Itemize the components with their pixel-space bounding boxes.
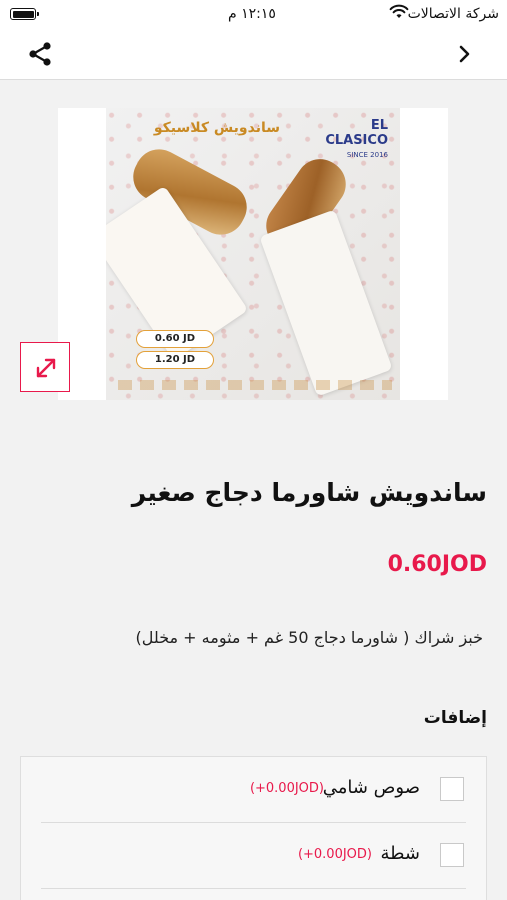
addon-item-shami-sauce[interactable]: صوص شامي (+0.00JOD) bbox=[41, 757, 466, 823]
addon-price: (+0.00JOD) bbox=[249, 781, 324, 796]
chevron-right-icon[interactable] bbox=[457, 42, 473, 66]
battery-icon bbox=[10, 8, 39, 20]
image-price-small: 0.60 JD bbox=[136, 330, 214, 348]
product-photo: ساندويش كلاسيكو EL CLASICO SINCE 2016 0.… bbox=[106, 108, 400, 400]
brand-logo: EL CLASICO SINCE 2016 bbox=[325, 118, 388, 159]
addon-label: صوص شامي bbox=[322, 777, 420, 798]
addon-price: (+0.00JOD) bbox=[297, 847, 372, 862]
product-title: ساندويش شاورما دجاج صغير bbox=[131, 478, 487, 507]
product-price: 0.60JOD bbox=[387, 552, 487, 577]
image-footer-strip bbox=[118, 380, 392, 390]
expand-arrows-icon bbox=[36, 358, 56, 378]
navigation-bar bbox=[0, 30, 507, 80]
status-time: ١٢:١٥ م bbox=[228, 6, 276, 22]
image-title: ساندويش كلاسيكو bbox=[153, 120, 280, 136]
addon-label: شطة bbox=[380, 843, 421, 864]
wifi-icon bbox=[389, 4, 409, 18]
addon-item-hot-sauce[interactable]: شطة (+0.00JOD) bbox=[41, 823, 466, 889]
product-details: ساندويش كلاسيكو EL CLASICO SINCE 2016 0.… bbox=[0, 80, 507, 900]
expand-image-button[interactable] bbox=[20, 342, 70, 392]
addon-checkbox[interactable] bbox=[440, 777, 464, 801]
product-image: ساندويش كلاسيكو EL CLASICO SINCE 2016 0.… bbox=[58, 108, 448, 400]
addons-title: إضافات bbox=[423, 708, 487, 728]
addons-list: صوص شامي (+0.00JOD) شطة (+0.00JOD) bbox=[20, 756, 487, 900]
carrier-name: شركة الاتصالات bbox=[407, 6, 499, 22]
share-icon[interactable] bbox=[26, 40, 54, 68]
image-price-large: 1.20 JD bbox=[136, 351, 214, 369]
product-description: خبز شراك ( شاورما دجاج 50 غم + مثومه + م… bbox=[135, 628, 483, 647]
status-bar: ١٢:١٥ م شركة الاتصالات bbox=[0, 0, 507, 30]
addon-checkbox[interactable] bbox=[440, 843, 464, 867]
